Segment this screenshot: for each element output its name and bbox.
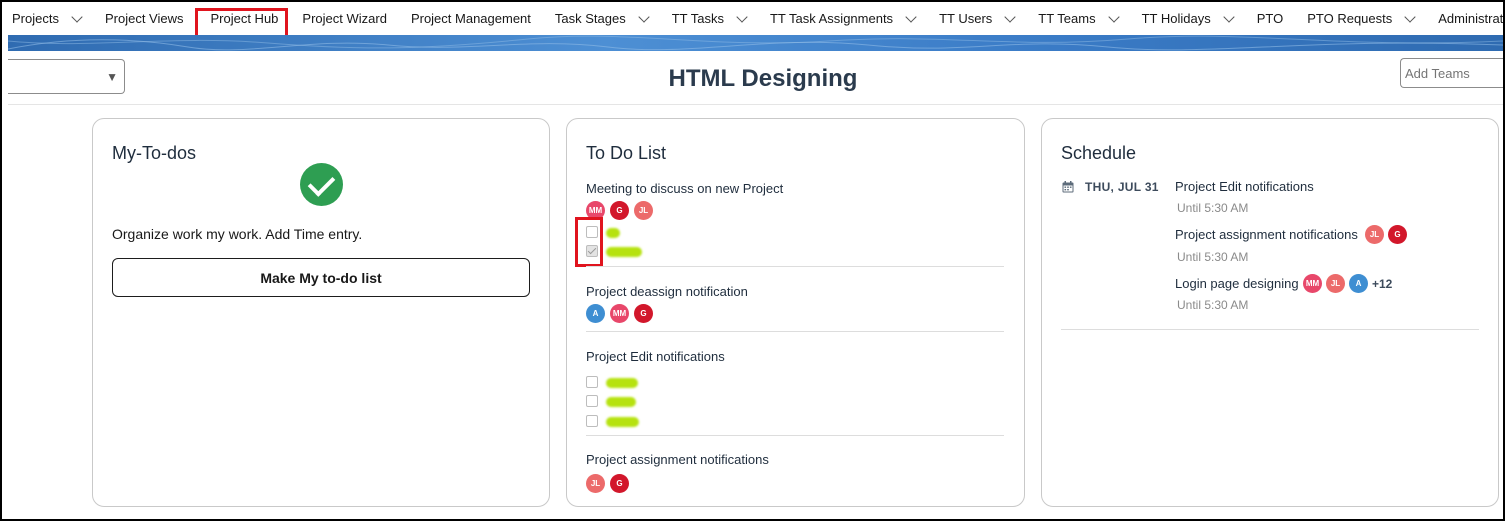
event-title[interactable]: Login page designing xyxy=(1175,276,1299,291)
subtask-checkbox[interactable] xyxy=(586,395,598,407)
task-title[interactable]: Project assignment notifications xyxy=(586,452,769,467)
avatar[interactable]: MM xyxy=(1303,274,1322,293)
chevron-down-icon[interactable] xyxy=(638,10,650,23)
task-title[interactable]: Project deassign notification xyxy=(586,284,748,299)
chevron-down-icon[interactable] xyxy=(71,10,83,23)
make-todo-list-button[interactable]: Make My to-do list xyxy=(112,258,530,297)
divider xyxy=(1061,329,1479,330)
chevron-down-icon[interactable] xyxy=(905,10,917,23)
event-time: Until 5:30 AM xyxy=(1177,201,1249,215)
nav-item-projects[interactable]: Projects xyxy=(12,2,83,35)
nav-item-tt-users[interactable]: TT Users xyxy=(939,2,1016,35)
card-title: My-To-dos xyxy=(112,143,197,163)
avatar[interactable]: JL xyxy=(634,201,653,220)
more-attendees-count[interactable]: +12 xyxy=(1372,277,1392,291)
avatar[interactable]: JL xyxy=(586,474,605,493)
schedule-date: THU, JUL 31 xyxy=(1085,180,1159,194)
avatar[interactable]: G xyxy=(610,474,629,493)
chevron-down-icon[interactable] xyxy=(1004,10,1016,23)
event-title[interactable]: Project Edit notifications xyxy=(1175,179,1314,194)
nav-item-project-views[interactable]: Project Views xyxy=(105,2,184,35)
schedule-card: Schedule THU, JUL 31 Project Edit notifi… xyxy=(1041,118,1499,507)
chevron-down-icon[interactable] xyxy=(1223,10,1235,23)
divider xyxy=(586,266,1004,267)
divider xyxy=(586,435,1004,436)
chevron-down-icon[interactable] xyxy=(736,10,748,23)
avatar[interactable]: G xyxy=(634,304,653,323)
header-banner xyxy=(8,35,1503,51)
task-title[interactable]: Project Edit notifications xyxy=(586,349,725,364)
page-header: ▼ HTML Designing xyxy=(8,51,1503,105)
avatar[interactable]: JL xyxy=(1365,225,1384,244)
avatar[interactable]: MM xyxy=(610,304,629,323)
redacted-text xyxy=(606,247,642,257)
avatar[interactable]: G xyxy=(610,201,629,220)
nav-item-task-stages[interactable]: Task Stages xyxy=(555,2,650,35)
avatar[interactable]: G xyxy=(1388,225,1407,244)
chevron-down-icon[interactable] xyxy=(1107,10,1120,23)
chevron-down-icon[interactable] xyxy=(1404,10,1416,23)
top-nav: Projects Project Views Project Hub Proje… xyxy=(2,2,1503,35)
highlight-box xyxy=(575,217,603,267)
task-title[interactable]: Meeting to discuss on new Project xyxy=(586,181,783,196)
card-title: Schedule xyxy=(1061,143,1137,163)
todo-list-card: To Do List Meeting to discuss on new Pro… xyxy=(566,118,1025,507)
redacted-text xyxy=(606,228,620,238)
redacted-text xyxy=(606,378,638,388)
redacted-text xyxy=(606,417,639,427)
avatar[interactable]: A xyxy=(586,304,605,323)
nav-item-tt-tasks[interactable]: TT Tasks xyxy=(672,2,748,35)
nav-item-project-hub[interactable]: Project Hub xyxy=(210,2,278,35)
event-title[interactable]: Project assignment notifications xyxy=(1175,227,1358,242)
nav-item-pto[interactable]: PTO xyxy=(1257,2,1284,35)
subtask-checkbox[interactable] xyxy=(586,376,598,388)
nav-item-pto-requests[interactable]: PTO Requests xyxy=(1307,2,1416,35)
nav-item-project-wizard[interactable]: Project Wizard xyxy=(302,2,387,35)
todo-description: Organize work my work. Add Time entry. xyxy=(112,226,363,242)
event-time: Until 5:30 AM xyxy=(1177,250,1249,264)
card-title: To Do List xyxy=(586,143,667,163)
banner-pattern xyxy=(8,35,1503,51)
nav-item-administrative[interactable]: Administrative xyxy=(1438,2,1503,35)
nav-item-project-management[interactable]: Project Management xyxy=(411,2,531,35)
redacted-text xyxy=(606,397,636,407)
add-teams-input[interactable] xyxy=(1400,58,1503,88)
page-title: HTML Designing xyxy=(668,65,858,92)
avatar[interactable]: JL xyxy=(1326,274,1345,293)
subtask-checkbox[interactable] xyxy=(586,415,598,427)
nav-item-tt-task-assignments[interactable]: TT Task Assignments xyxy=(770,2,917,35)
event-time: Until 5:30 AM xyxy=(1177,298,1249,312)
divider xyxy=(586,331,1004,332)
nav-item-tt-teams[interactable]: TT Teams xyxy=(1038,2,1120,35)
calendar-icon xyxy=(1062,181,1074,193)
nav-item-tt-holidays[interactable]: TT Holidays xyxy=(1142,2,1235,35)
my-todos-card: My-To-dos Organize work my work. Add Tim… xyxy=(92,118,550,507)
avatar[interactable]: A xyxy=(1349,274,1368,293)
check-circle-icon xyxy=(300,163,343,206)
